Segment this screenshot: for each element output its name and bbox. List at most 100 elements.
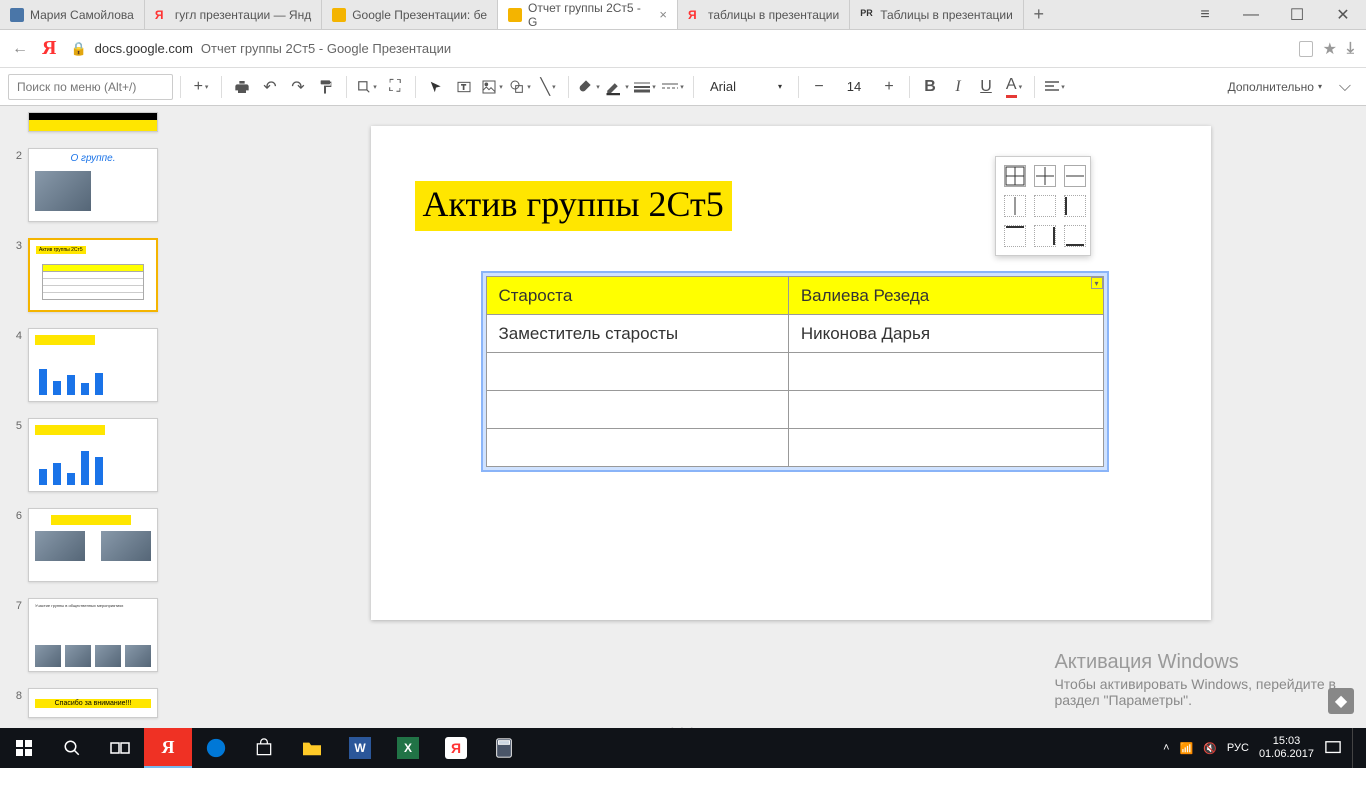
border-inner-icon[interactable]: [1034, 165, 1056, 187]
data-table[interactable]: Староста Валиева Резеда Заместитель стар…: [486, 276, 1104, 467]
text-color-icon[interactable]: A: [1001, 74, 1027, 100]
redo-icon[interactable]: ↷: [285, 74, 311, 100]
print-icon[interactable]: [229, 74, 255, 100]
table-cell[interactable]: Староста: [486, 277, 788, 315]
border-top-icon[interactable]: [1004, 225, 1026, 247]
table-cell[interactable]: Валиева Резеда: [788, 277, 1103, 315]
yandex-logo-icon[interactable]: Я: [42, 37, 56, 60]
excel-icon[interactable]: X: [384, 728, 432, 768]
search-icon[interactable]: [48, 728, 96, 768]
align-icon[interactable]: [1042, 74, 1068, 100]
store-icon[interactable]: [240, 728, 288, 768]
zoom-icon[interactable]: [354, 74, 380, 100]
url-field[interactable]: 🔒 docs.google.com Отчет группы 2Ст5 - Go…: [70, 41, 1284, 57]
maximize-icon[interactable]: ☐: [1274, 0, 1320, 30]
new-tab-button[interactable]: +: [1024, 0, 1054, 29]
slide-thumbnail-selected[interactable]: Актив группы 2Ст5: [28, 238, 158, 312]
border-horizontal-icon[interactable]: [1064, 165, 1086, 187]
new-slide-button[interactable]: +: [188, 74, 214, 100]
textbox-icon[interactable]: T: [451, 74, 477, 100]
close-icon[interactable]: ×: [659, 7, 667, 22]
yandex-app-icon[interactable]: Я: [432, 728, 480, 768]
font-size-input[interactable]: 14: [834, 79, 874, 94]
yandex-browser-icon[interactable]: Я: [144, 728, 192, 768]
fill-color-icon[interactable]: [576, 74, 602, 100]
browser-tab-active[interactable]: Отчет группы 2Ст5 - G ×: [498, 0, 678, 29]
slide-thumbnail[interactable]: [28, 328, 158, 402]
font-size-decrease[interactable]: −: [806, 74, 832, 100]
slide-title[interactable]: Актив группы 2Ст5: [415, 181, 732, 231]
network-icon[interactable]: 📶: [1180, 742, 1194, 755]
edge-icon[interactable]: [192, 728, 240, 768]
table-menu-icon[interactable]: ▾: [1091, 277, 1103, 289]
slide-panel[interactable]: 2 О группе. 3 Актив группы 2Ст5 4: [0, 106, 215, 728]
table-cell[interactable]: [788, 391, 1103, 429]
image-icon[interactable]: [479, 74, 505, 100]
explore-icon[interactable]: ◆: [1328, 688, 1354, 714]
table-cell[interactable]: [486, 353, 788, 391]
border-right-icon[interactable]: [1034, 225, 1056, 247]
browser-tab[interactable]: Google Презентации: бе: [322, 0, 498, 29]
clock[interactable]: 15:03 01.06.2017: [1259, 735, 1314, 761]
bookmark-icon[interactable]: ★: [1323, 39, 1337, 59]
browser-tab[interactable]: Я гугл презентации — Янд: [145, 0, 322, 29]
word-icon[interactable]: W: [336, 728, 384, 768]
lang-indicator[interactable]: РУС: [1227, 742, 1249, 754]
task-view-icon[interactable]: [96, 728, 144, 768]
slide-thumbnail[interactable]: О группе.: [28, 148, 158, 222]
slide-thumbnail[interactable]: [28, 112, 158, 132]
table-cell[interactable]: [788, 353, 1103, 391]
border-all-icon[interactable]: [1004, 165, 1026, 187]
more-button[interactable]: Дополнительно▾: [1220, 80, 1330, 94]
browser-tab[interactable]: PR Таблицы в презентации: [850, 0, 1024, 29]
shape-icon[interactable]: [507, 74, 533, 100]
paint-format-icon[interactable]: [313, 74, 339, 100]
slide-thumbnail[interactable]: Спасибо за внимание!!!: [28, 688, 158, 718]
download-icon[interactable]: ⤓: [1347, 40, 1354, 58]
border-weight-icon[interactable]: [632, 74, 658, 100]
browser-tab[interactable]: Я таблицы в презентации: [678, 0, 850, 29]
font-size-increase[interactable]: +: [876, 74, 902, 100]
table-cell[interactable]: [486, 391, 788, 429]
back-icon[interactable]: ←: [12, 40, 28, 58]
table-cell[interactable]: [486, 429, 788, 467]
border-color-icon[interactable]: [604, 74, 630, 100]
volume-icon[interactable]: 🔇: [1203, 742, 1217, 755]
font-family-select[interactable]: Arial▾: [701, 74, 791, 100]
calculator-icon[interactable]: [480, 728, 528, 768]
border-bottom-icon[interactable]: [1064, 225, 1086, 247]
italic-icon[interactable]: I: [945, 74, 971, 100]
border-vertical-icon[interactable]: [1004, 195, 1026, 217]
table-selection[interactable]: ▾ Староста Валиева Резеда Заместитель ст…: [481, 271, 1109, 472]
border-dash-icon[interactable]: [660, 74, 686, 100]
bold-icon[interactable]: B: [917, 74, 943, 100]
table-cell[interactable]: [788, 429, 1103, 467]
table-cell[interactable]: Никонова Дарья: [788, 315, 1103, 353]
select-tool-icon[interactable]: [423, 74, 449, 100]
show-desktop[interactable]: [1352, 728, 1358, 768]
menu-icon[interactable]: ≡: [1182, 0, 1228, 30]
browser-tab[interactable]: Мария Самойлова: [0, 0, 145, 29]
border-outer-icon[interactable]: [1034, 195, 1056, 217]
notifications-icon[interactable]: [1324, 740, 1342, 756]
border-left-icon[interactable]: [1064, 195, 1086, 217]
table-cell[interactable]: Заместитель старосты: [486, 315, 788, 353]
minimize-icon[interactable]: —: [1228, 0, 1274, 30]
tray-chevron-icon[interactable]: ˄: [1163, 742, 1169, 754]
slide-canvas[interactable]: Актив группы 2Ст5 ▾ Староста Валиева Рез…: [371, 126, 1211, 620]
close-icon[interactable]: ✕: [1320, 0, 1366, 30]
slide-thumbnail[interactable]: Участие группы в общественных мероприяти…: [28, 598, 158, 672]
underline-icon[interactable]: U: [973, 74, 999, 100]
menu-search-input[interactable]: Поиск по меню (Alt+/): [8, 74, 173, 100]
slide-thumbnail[interactable]: [28, 508, 158, 582]
undo-icon[interactable]: ↶: [257, 74, 283, 100]
canvas-area[interactable]: Актив группы 2Ст5 ▾ Староста Валиева Рез…: [215, 106, 1366, 728]
start-button[interactable]: [0, 728, 48, 768]
slide-thumbnail[interactable]: [28, 418, 158, 492]
line-icon[interactable]: ╲: [535, 74, 561, 100]
explorer-icon[interactable]: [288, 728, 336, 768]
tab-title: Отчет группы 2Ст5 - G: [528, 1, 653, 29]
protect-icon[interactable]: [1299, 41, 1313, 57]
collapse-toolbar-icon[interactable]: ⌵: [1332, 78, 1358, 96]
fit-icon[interactable]: ⛶: [382, 74, 408, 100]
